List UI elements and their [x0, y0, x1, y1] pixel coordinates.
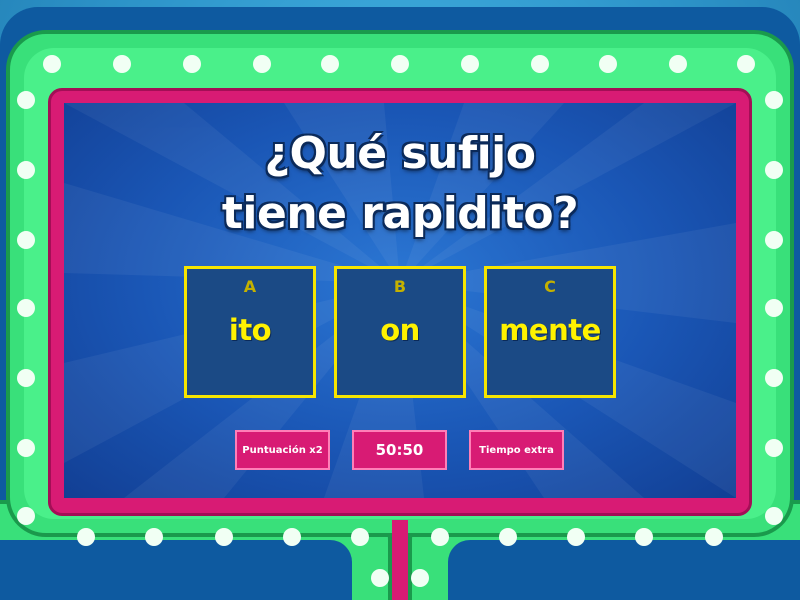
answer-c-button[interactable]: C mente	[484, 266, 616, 398]
question-line-1: ¿Qué sufijo	[264, 128, 536, 179]
marquee-light	[635, 528, 653, 546]
marquee-light	[431, 528, 449, 546]
marquee-light	[765, 161, 783, 179]
stand-right-inner	[448, 540, 800, 600]
answer-a-button[interactable]: A ito	[184, 266, 316, 398]
marquee-light	[531, 55, 549, 73]
marquee-light	[371, 569, 389, 587]
marquee-light	[765, 91, 783, 109]
marquee-light	[145, 528, 163, 546]
marquee-light	[351, 528, 369, 546]
marquee-light	[765, 231, 783, 249]
question-line-2: tiene rapidito?	[221, 188, 579, 239]
answer-b-button[interactable]: B on	[334, 266, 466, 398]
double-score-button[interactable]: Puntuación x2	[235, 430, 330, 470]
marquee-light	[215, 528, 233, 546]
marquee-light	[321, 55, 339, 73]
fifty-fifty-button[interactable]: 50:50	[352, 430, 447, 470]
marquee-light	[17, 299, 35, 317]
marquee-light	[17, 507, 35, 525]
marquee-light	[17, 91, 35, 109]
marquee-light	[183, 55, 201, 73]
answer-b-letter: B	[393, 277, 407, 296]
answer-a-text: ito	[228, 313, 272, 347]
marquee-light	[499, 528, 517, 546]
stand-center	[392, 520, 408, 600]
marquee-light	[669, 55, 687, 73]
marquee-light	[765, 299, 783, 317]
marquee-light	[17, 439, 35, 457]
question-text: ¿Qué sufijo tiene rapidito?	[64, 124, 736, 244]
marquee-light	[705, 528, 723, 546]
answer-c-text: mente	[499, 313, 601, 347]
marquee-light	[391, 55, 409, 73]
marquee-light	[765, 507, 783, 525]
stand-left-inner	[0, 540, 352, 600]
answer-b-text: on	[380, 313, 420, 347]
marquee-light	[43, 55, 61, 73]
marquee-light	[17, 231, 35, 249]
answer-c-letter: C	[544, 277, 556, 296]
answer-a-letter: A	[243, 277, 257, 296]
marquee-light	[461, 55, 479, 73]
marquee-light	[567, 528, 585, 546]
marquee-light	[113, 55, 131, 73]
marquee-light	[77, 528, 95, 546]
marquee-light	[17, 369, 35, 387]
marquee-light	[17, 161, 35, 179]
marquee-light	[765, 369, 783, 387]
marquee-light	[411, 569, 429, 587]
marquee-light	[599, 55, 617, 73]
marquee-light	[253, 55, 271, 73]
marquee-light	[765, 439, 783, 457]
marquee-light	[737, 55, 755, 73]
marquee-light	[283, 528, 301, 546]
extra-time-button[interactable]: Tiempo extra	[469, 430, 564, 470]
